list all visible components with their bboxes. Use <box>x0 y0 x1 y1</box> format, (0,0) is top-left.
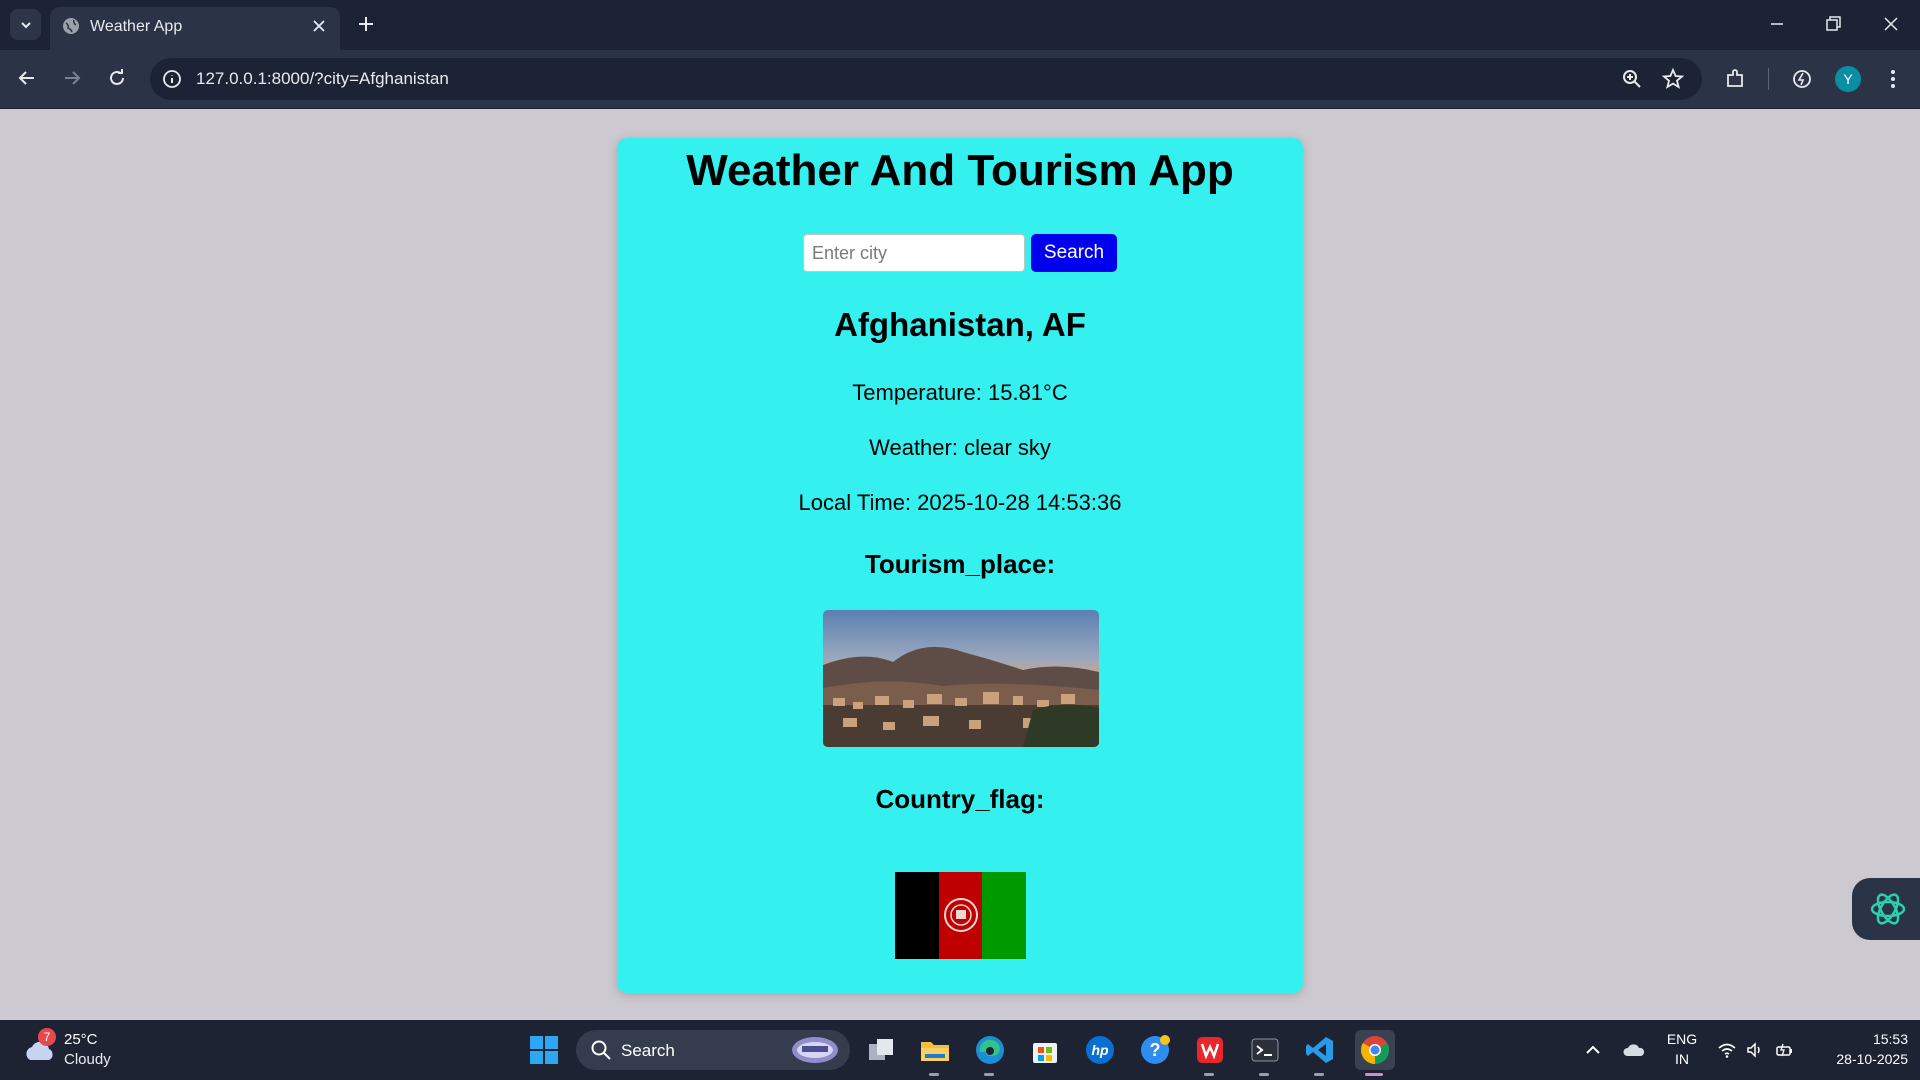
svg-text:?: ? <box>1150 1040 1161 1060</box>
close-window-icon[interactable] <box>1879 12 1903 36</box>
chevron-up-icon[interactable] <box>1583 1040 1603 1060</box>
clock-date[interactable]: 28-10-2025 <box>1812 1051 1908 1067</box>
onedrive-cloud-icon[interactable] <box>1622 1040 1646 1060</box>
app-title: Weather And Tourism App <box>686 146 1234 195</box>
local-time-text: Local Time: 2025-10-28 14:53:36 <box>798 490 1122 515</box>
tab-search-button[interactable] <box>10 9 41 40</box>
chrome-icon[interactable] <box>1355 1030 1395 1076</box>
file-explorer-icon[interactable] <box>915 1030 955 1076</box>
chevron-down-icon <box>20 21 31 28</box>
emblem-icon <box>943 898 978 932</box>
zoom-icon[interactable] <box>1620 67 1644 91</box>
weather-text: Weather: clear sky <box>869 435 1051 460</box>
country-flag-heading: Country_flag: <box>875 784 1045 814</box>
site-info-icon[interactable] <box>160 67 184 91</box>
clock-time[interactable]: 15:53 <box>1812 1031 1908 1047</box>
taskbar-condition[interactable]: Cloudy <box>64 1051 111 1068</box>
city-heading: Afghanistan, AF <box>834 306 1086 343</box>
hp-icon[interactable]: hp <box>1080 1030 1120 1070</box>
url-text[interactable]: 127.0.0.1:8000/?city=Afghanistan <box>196 69 449 89</box>
forward-arrow-icon[interactable] <box>59 65 85 91</box>
taskbar-temperature[interactable]: 25°C <box>64 1031 98 1048</box>
tourism-place-image <box>823 610 1099 747</box>
address-bar[interactable]: 127.0.0.1:8000/?city=Afghanistan <box>150 58 1702 100</box>
wps-office-icon[interactable] <box>1190 1030 1230 1076</box>
minimize-icon[interactable] <box>1765 12 1789 36</box>
running-indicator <box>1259 1073 1269 1076</box>
taskbar-search-label: Search <box>621 1041 675 1060</box>
profile-avatar[interactable]: Y <box>1835 66 1861 92</box>
new-tab-icon[interactable] <box>354 12 378 36</box>
performance-icon[interactable] <box>1789 66 1815 92</box>
active-indicator <box>1365 1073 1383 1076</box>
task-view-icon[interactable] <box>861 1030 901 1070</box>
toolbar-separator <box>1768 68 1769 90</box>
terminal-icon[interactable] <box>1245 1030 1285 1076</box>
vscode-icon[interactable] <box>1300 1030 1340 1076</box>
edge-icon[interactable] <box>970 1030 1010 1076</box>
globe-icon <box>63 18 79 34</box>
battery-icon[interactable] <box>1775 1040 1795 1060</box>
weather-badge: 7 <box>38 1028 56 1046</box>
running-indicator <box>1204 1073 1214 1076</box>
tab-title: Weather App <box>90 18 183 35</box>
ai-assistant-icon <box>1870 893 1906 925</box>
assistant-side-widget[interactable] <box>1852 878 1920 940</box>
language-region[interactable]: IN <box>1664 1051 1700 1067</box>
running-indicator <box>1314 1073 1324 1076</box>
browser-tab[interactable]: Weather App <box>50 7 340 50</box>
close-tab-icon[interactable] <box>310 17 328 35</box>
running-indicator <box>984 1073 994 1076</box>
search-icon <box>591 1040 611 1060</box>
svg-text:hp: hp <box>1091 1042 1109 1058</box>
windows-taskbar: 7 25°C Cloudy Search hp ? ENG IN 15:53 2… <box>0 1020 1920 1080</box>
browser-toolbar: 127.0.0.1:8000/?city=Afghanistan Y <box>0 50 1920 109</box>
wifi-icon[interactable] <box>1717 1040 1737 1060</box>
restore-icon[interactable] <box>1821 12 1845 36</box>
search-button[interactable]: Search <box>1031 234 1117 272</box>
weather-card: Weather And Tourism App Search Afghanist… <box>617 138 1303 993</box>
help-icon[interactable]: ? <box>1135 1030 1175 1070</box>
search-highlight-icon <box>792 1037 838 1063</box>
tourism-heading: Tourism_place: <box>864 549 1056 579</box>
language-code[interactable]: ENG <box>1664 1031 1700 1047</box>
temperature-text: Temperature: 15.81°C <box>852 380 1068 405</box>
browser-tab-bar: Weather App <box>0 0 1920 50</box>
back-arrow-icon[interactable] <box>14 65 40 91</box>
taskbar-search-box[interactable]: Search <box>576 1030 850 1070</box>
extensions-icon[interactable] <box>1723 66 1749 92</box>
city-search-input[interactable] <box>803 234 1025 272</box>
volume-icon[interactable] <box>1745 1040 1765 1060</box>
reload-icon[interactable] <box>104 65 130 91</box>
more-menu-icon[interactable] <box>1880 66 1906 92</box>
windows-start-icon[interactable] <box>524 1030 564 1070</box>
microsoft-store-icon[interactable] <box>1025 1030 1065 1070</box>
bookmark-star-icon[interactable] <box>1661 67 1685 91</box>
country-flag-image <box>895 872 1027 959</box>
running-indicator <box>929 1073 939 1076</box>
